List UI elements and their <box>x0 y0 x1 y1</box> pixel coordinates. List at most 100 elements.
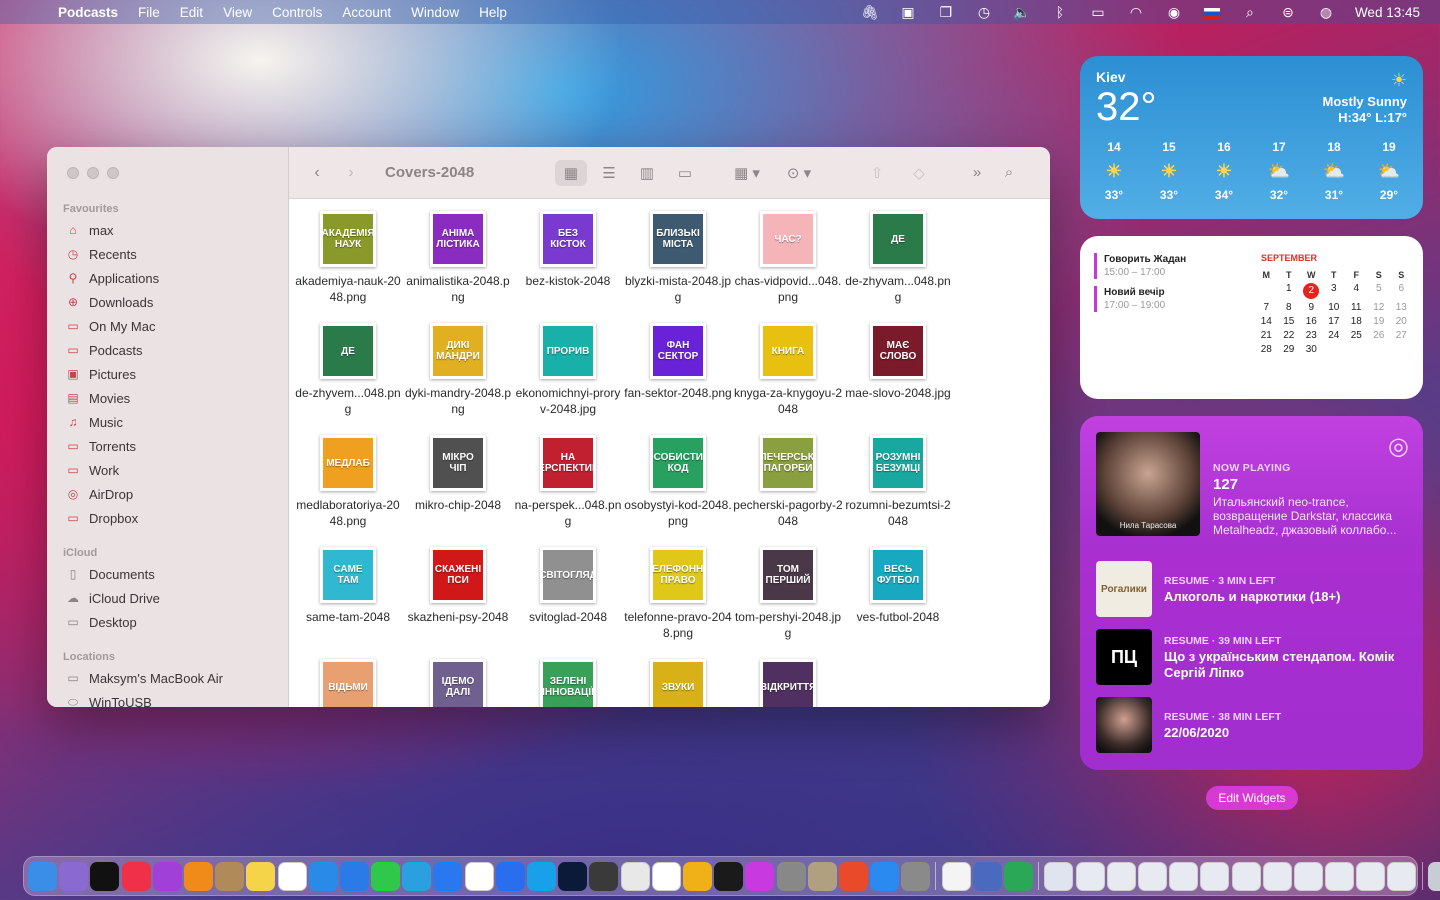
mail-icon[interactable] <box>339 861 369 891</box>
trash-icon[interactable] <box>1427 861 1440 891</box>
notion-icon[interactable] <box>651 861 681 891</box>
file-item[interactable]: СКАЖЕНІ ПСИ skazheni-psy-2048 <box>403 547 513 625</box>
numbers-icon[interactable] <box>1004 861 1033 891</box>
menu-app-podcasts[interactable]: Podcasts <box>58 5 128 20</box>
sidebar-item-applications[interactable]: ⚲ Applications <box>63 267 160 289</box>
zoom-icon[interactable] <box>495 861 525 891</box>
search-icon[interactable]: ⌕ <box>993 160 1025 186</box>
file-item[interactable]: ІДЕМО ДАЛІ <box>403 659 513 707</box>
menu-clock[interactable]: Wed 13:45 <box>1345 5 1440 20</box>
books-icon[interactable] <box>183 861 213 891</box>
settings-icon[interactable] <box>901 861 931 891</box>
messenger-icon[interactable] <box>433 861 463 891</box>
forward-button[interactable]: › <box>343 164 359 182</box>
file-item[interactable]: ЧАС? chas-vidpovid...048.png <box>733 211 843 305</box>
more-toolbar-button[interactable]: » <box>961 160 993 186</box>
file-item[interactable]: СВІТОГЛЯД svitoglad-2048 <box>513 547 623 625</box>
podcasts-icon[interactable] <box>152 861 182 891</box>
resume-item[interactable]: ПЦ RESUME · 39 MIN LEFT Що з українським … <box>1096 629 1416 685</box>
menu-view[interactable]: View <box>213 5 262 20</box>
wifi-icon[interactable]: ◠ <box>1117 4 1155 21</box>
sidebar-item-max[interactable]: ⌂ max <box>63 219 113 241</box>
resume-item[interactable]: Рогалики RESUME · 3 MIN LEFT Алкоголь и н… <box>1096 561 1416 617</box>
file-item[interactable]: САМЕ ТАМ same-tam-2048 <box>293 547 403 625</box>
calendar-event[interactable]: Новий вечір 17:00 – 19:00 <box>1094 286 1165 312</box>
resume-item[interactable]: RESUME · 38 MIN LEFT 22/06/2020 <box>1096 697 1416 753</box>
list-view-button[interactable]: ☰ <box>593 160 625 186</box>
sidebar-item-maksym-s-macbook-air[interactable]: ▭ Maksym's MacBook Air <box>63 667 223 689</box>
music-icon[interactable] <box>121 861 151 891</box>
file-item[interactable]: ТЕЛЕФОННЕ ПРАВО telefonne-pravo-2048.png <box>623 547 733 641</box>
file-item[interactable]: ДЕ de-zhyvam...048.png <box>843 211 953 305</box>
action-menu-button[interactable]: ⊙ ▾ <box>777 160 821 186</box>
tag-button[interactable]: ◇ <box>903 160 935 186</box>
siri-icon[interactable]: ◍ <box>1307 4 1345 21</box>
menu-window[interactable]: Window <box>401 5 469 20</box>
window-thumb-icon[interactable] <box>1387 861 1417 891</box>
paperclip-icon[interactable]: 🖇 <box>851 4 889 21</box>
sidebar-item-wintousb[interactable]: ⬭ WinToUSB <box>63 691 152 708</box>
file-item[interactable]: КНИГА knyga-za-knygoyu-2048 <box>733 323 843 417</box>
file-item[interactable]: АКАДЕМІЯ НАУК akademiya-nauk-2048.png <box>293 211 403 305</box>
menu-edit[interactable]: Edit <box>170 5 213 20</box>
file-item[interactable]: БЛИЗЬКІ МІСТА blyzki-mista-2048.jpg <box>623 211 733 305</box>
menu-controls[interactable]: Controls <box>262 5 332 20</box>
messages-icon[interactable] <box>371 861 401 891</box>
sidebar-item-work[interactable]: ▭ Work <box>63 459 119 481</box>
file-item[interactable]: ФАН СЕКТОР fan-sektor-2048.png <box>623 323 733 401</box>
now-playing-artwork[interactable]: Нила Тарасова <box>1096 432 1200 536</box>
edit-widgets-button[interactable]: Edit Widgets <box>1206 786 1298 810</box>
cyberduck-icon[interactable] <box>682 861 712 891</box>
close-window-button[interactable] <box>67 167 79 179</box>
preview-icon[interactable] <box>972 861 1002 891</box>
contacts-icon[interactable] <box>215 861 245 891</box>
skype-icon[interactable] <box>527 861 556 891</box>
window-thumb-icon[interactable] <box>1044 861 1074 891</box>
spotlight-search-icon[interactable]: ⌕ <box>1231 4 1269 21</box>
window-thumb-icon[interactable] <box>1231 861 1261 891</box>
menu-file[interactable]: File <box>128 5 170 20</box>
gallery-view-button[interactable]: ▭ <box>669 160 701 186</box>
bluetooth-icon[interactable]: ᛒ <box>1041 4 1079 20</box>
sidebar-item-movies[interactable]: ▤ Movies <box>63 387 130 409</box>
file-item[interactable]: РОЗУМНІ БЕЗУМЦІ rozumni-bezumtsi-2048 <box>843 435 953 529</box>
control-center-icon[interactable]: ⊜ <box>1269 4 1307 21</box>
vpn-icon[interactable]: ▣ <box>889 4 927 21</box>
file-item[interactable]: ДИКІ МАНДРИ dyki-mandry-2048.png <box>403 323 513 417</box>
window-thumb-icon[interactable] <box>1200 861 1230 891</box>
window-thumb-icon[interactable] <box>1106 861 1136 891</box>
calendar-icon[interactable] <box>277 861 307 891</box>
sidebar-item-icloud-drive[interactable]: ☁ iCloud Drive <box>63 587 160 609</box>
file-item[interactable]: ПРОРИВ ekonomichnyi-proryv-2048.jpg <box>513 323 623 417</box>
file-item[interactable]: МАЄ СЛОВО mae-slovo-2048.jpg <box>843 323 953 401</box>
spotify-icon[interactable] <box>714 861 744 891</box>
apple-tv-icon[interactable] <box>90 861 120 891</box>
group-by-button[interactable]: ▦ ▾ <box>725 160 769 186</box>
zoom-window-button[interactable] <box>107 167 119 179</box>
file-item[interactable]: НА ПЕРСПЕКТИВУ na-perspek...048.png <box>513 435 623 529</box>
app-store-icon[interactable] <box>870 861 900 891</box>
file-item[interactable]: ВІДКРИТТЯ <box>733 659 843 707</box>
window-thumb-icon[interactable] <box>1262 861 1292 891</box>
file-item[interactable]: МІКРО ЧІП mikro-chip-2048 <box>403 435 513 513</box>
automator-icon[interactable] <box>776 861 806 891</box>
sidebar-item-music[interactable]: ♫ Music <box>63 411 123 433</box>
menu-account[interactable]: Account <box>332 5 401 20</box>
volume-icon[interactable]: 🔈 <box>1003 4 1041 21</box>
window-thumb-icon[interactable] <box>1075 861 1105 891</box>
sidebar-item-recents[interactable]: ◷ Recents <box>63 243 137 265</box>
file-item[interactable]: ЗВУКИ <box>623 659 733 707</box>
window-thumb-icon[interactable] <box>1137 861 1167 891</box>
file-item[interactable]: БЕЗ КІСТОК bez-kistok-2048 <box>513 211 623 289</box>
finder-icon[interactable] <box>28 861 57 891</box>
window-thumb-icon[interactable] <box>1293 861 1323 891</box>
file-item[interactable]: ОСОБИСТИЙ КОД osobystyi-kod-2048.png <box>623 435 733 529</box>
text-editor-icon[interactable] <box>941 861 971 891</box>
calendar-widget[interactable]: Говорить Жадан 15:00 – 17:00 Новий вечір… <box>1080 236 1423 399</box>
window-thumb-icon[interactable] <box>1325 861 1355 891</box>
back-button[interactable]: ‹ <box>309 164 325 182</box>
screens-icon[interactable]: ❐ <box>927 4 965 21</box>
file-item[interactable]: ВЕСЬ ФУТБОЛ ves-futbol-2048 <box>843 547 953 625</box>
window-thumb-icon[interactable] <box>1356 861 1386 891</box>
sidebar-item-pictures[interactable]: ▣ Pictures <box>63 363 136 385</box>
